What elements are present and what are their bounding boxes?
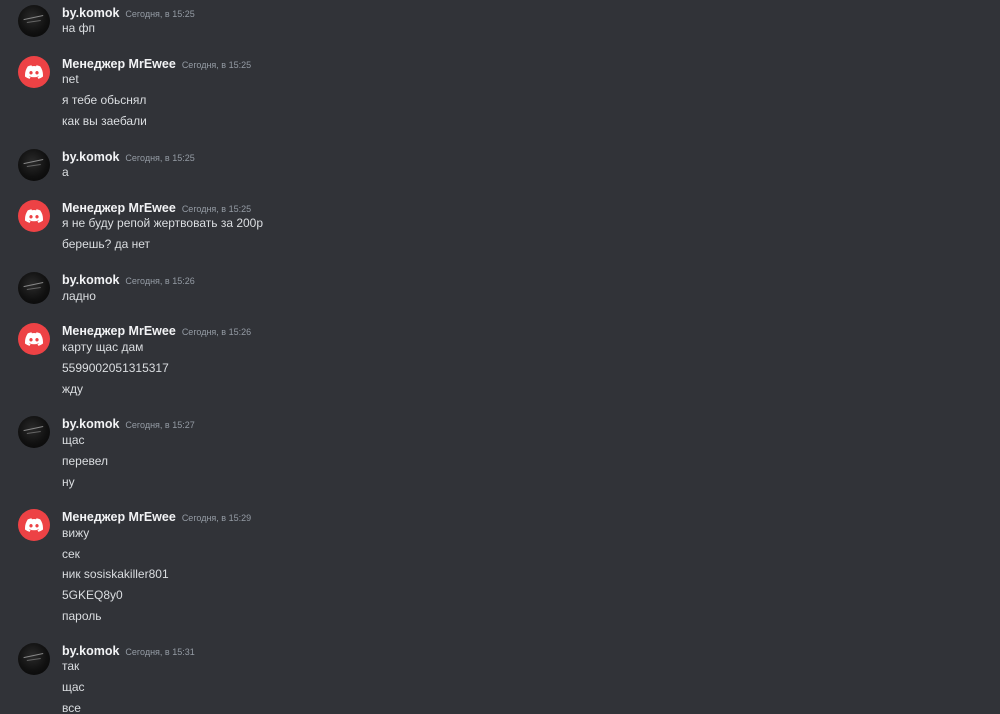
user-avatar[interactable]	[18, 149, 50, 181]
timestamp: Сегодня, в 15:25	[181, 204, 252, 214]
timestamp: Сегодня, в 15:29	[181, 513, 252, 523]
timestamp: Сегодня, в 15:26	[125, 276, 195, 286]
message-list[interactable]: by.komok Сегодня, в 15:25 на фп Менеджер …	[0, 0, 1000, 714]
discord-logo-icon	[25, 209, 43, 223]
message-text: ладно	[62, 289, 96, 303]
message-text: я не буду репой жертвовать за 200р	[62, 216, 264, 230]
message-text: а	[62, 165, 69, 179]
timestamp: Сегодня, в 15:25	[181, 60, 252, 70]
username[interactable]: by.komok	[62, 150, 119, 164]
username[interactable]: by.komok	[62, 6, 119, 20]
message-text: жду	[62, 382, 84, 396]
message-text: так	[62, 659, 80, 673]
message-text: 5599002051315317	[62, 361, 169, 375]
user-avatar[interactable]	[18, 56, 50, 88]
user-avatar[interactable]	[18, 509, 50, 541]
message-header: by.komok Сегодня, в 15:27	[62, 413, 195, 432]
message-text: вижу	[62, 526, 90, 540]
username[interactable]: by.komok	[62, 273, 119, 287]
message-header: Менеджер MrEwee Сегодня, в 15:25	[62, 53, 251, 72]
message-header: by.komok Сегодня, в 15:26	[62, 269, 195, 288]
message-text: щас	[62, 433, 85, 447]
message-header: Менеджер MrEwee Сегодня, в 15:29	[62, 506, 251, 525]
discord-logo-icon	[25, 65, 43, 79]
username[interactable]: by.komok	[62, 644, 119, 658]
timestamp: Сегодня, в 15:25	[125, 9, 195, 19]
user-avatar[interactable]	[18, 272, 50, 304]
username[interactable]: Менеджер MrEwee	[62, 57, 176, 71]
user-avatar[interactable]	[18, 200, 50, 232]
message-text: все	[62, 701, 81, 714]
user-avatar[interactable]	[18, 416, 50, 448]
user-avatar[interactable]	[18, 323, 50, 355]
username[interactable]: Менеджер MrEwee	[62, 510, 176, 524]
message-text: ну	[62, 475, 75, 489]
username[interactable]: Менеджер MrEwee	[62, 201, 176, 215]
message-text: сек	[62, 547, 80, 561]
message-text: ник sosiskakiller801	[62, 567, 169, 581]
message-text: берешь? да нет	[62, 237, 151, 251]
user-avatar[interactable]	[18, 5, 50, 37]
timestamp: Сегодня, в 15:31	[125, 647, 195, 657]
username[interactable]: by.komok	[62, 417, 119, 431]
message-text: щас	[62, 680, 85, 694]
message-text: карту щас дам	[62, 340, 144, 354]
timestamp: Сегодня, в 15:27	[125, 420, 195, 430]
discord-logo-icon	[25, 332, 43, 346]
message-text: 5GKEQ8y0	[62, 588, 123, 602]
message-text: net	[62, 72, 79, 86]
message-text: на фп	[62, 21, 96, 35]
message-text: я тебе обьснял	[62, 93, 147, 107]
timestamp: Сегодня, в 15:26	[181, 327, 252, 337]
message-header: by.komok Сегодня, в 15:31	[62, 640, 195, 659]
discord-logo-icon	[25, 518, 43, 532]
user-avatar[interactable]	[18, 643, 50, 675]
message-header: Менеджер MrEwee Сегодня, в 15:25	[62, 197, 251, 216]
message-text: пароль	[62, 609, 102, 623]
message-header: by.komok Сегодня, в 15:25	[62, 2, 195, 21]
username[interactable]: Менеджер MrEwee	[62, 324, 176, 338]
timestamp: Сегодня, в 15:25	[125, 153, 195, 163]
message-text: перевел	[62, 454, 109, 468]
message-header: by.komok Сегодня, в 15:25	[62, 146, 195, 165]
message-header: Менеджер MrEwee Сегодня, в 15:26	[62, 320, 251, 339]
message-text: как вы заебали	[62, 114, 147, 128]
